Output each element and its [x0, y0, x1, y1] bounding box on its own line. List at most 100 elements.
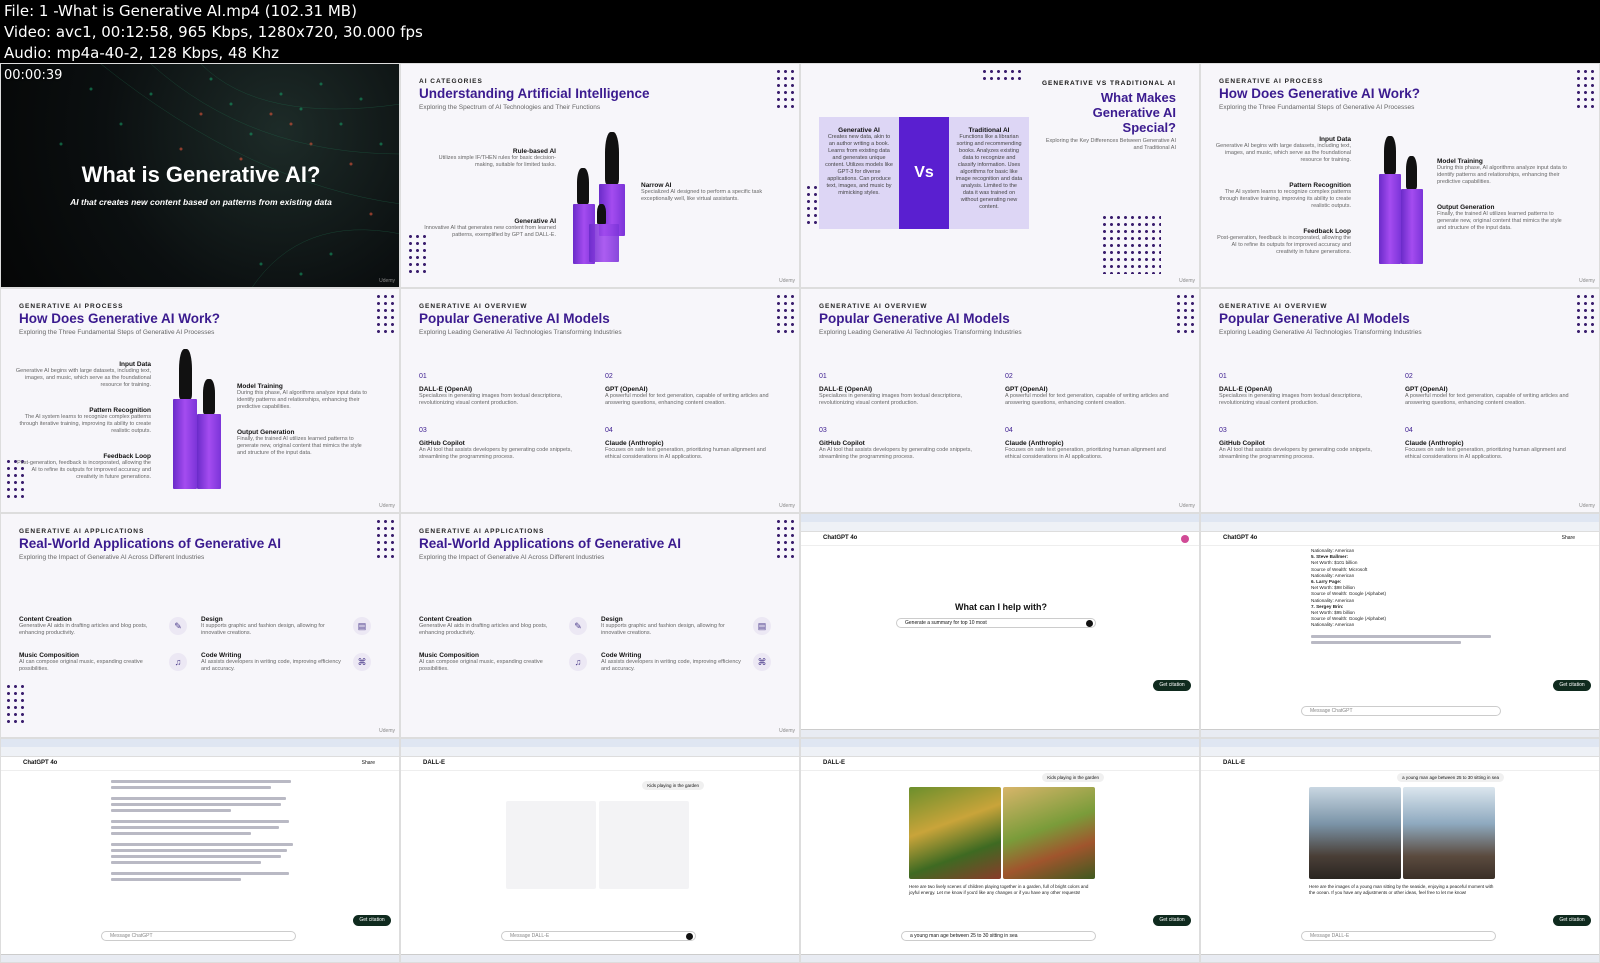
item-desc: AI assists developers in writing code, i… — [201, 659, 341, 672]
model-name: DALL-E — [1223, 760, 1245, 766]
thumb-dalle-garden[interactable]: DALL-E Kids playing in the garden Here a… — [800, 738, 1200, 963]
thumb-process[interactable]: GENERATIVE AI PROCESS How Does Generativ… — [1200, 63, 1600, 288]
item-number: 02 — [1005, 373, 1013, 380]
get-citation-button[interactable]: Get citation — [1153, 915, 1191, 926]
slide-subtitle: Exploring Leading Generative AI Technolo… — [819, 329, 1022, 336]
generated-image-seaside[interactable] — [1403, 787, 1495, 879]
generated-image-garden[interactable] — [909, 787, 1001, 879]
item-label: Claude (Anthropic) — [605, 440, 664, 447]
message-input[interactable]: Message ChatGPT — [1301, 706, 1501, 716]
thumb-chatgpt-home[interactable]: ChatGPT 4o What can I help with? Generat… — [800, 513, 1200, 738]
slide-title: What is Generative AI? — [81, 162, 321, 187]
item-label: Content Creation — [19, 616, 72, 623]
user-message: a young man age between 25 to 30 sitting… — [1397, 773, 1504, 782]
slide-title: Popular Generative AI Models — [1219, 311, 1410, 326]
message-input[interactable]: Message ChatGPT — [101, 931, 296, 941]
thumb-title-slide[interactable]: What is Generative AI? AI that creates n… — [0, 63, 400, 288]
pen-icon: ✎ — [169, 617, 187, 635]
document-icon: ▤ — [353, 617, 371, 635]
file-line: File: 1 -What is Generative AI.mp4 (102.… — [4, 2, 357, 20]
thumb-dalle-loading[interactable]: DALL-E Kids playing in the garden Messag… — [400, 738, 800, 963]
udemy-watermark: Udemy — [379, 728, 395, 734]
step-label: Model Training — [237, 383, 283, 390]
step-label: Pattern Recognition — [89, 407, 151, 414]
video-line: Video: avc1, 00:12:58, 965 Kbps, 1280x72… — [4, 23, 423, 41]
kicker: GENERATIVE AI APPLICATIONS — [419, 528, 545, 535]
step-label: Input Data — [1319, 136, 1351, 143]
item-label: GPT (OpenAI) — [605, 386, 648, 393]
udemy-watermark: Udemy — [1179, 278, 1195, 284]
item-desc: Specializes in generating images from te… — [419, 393, 563, 406]
browser-tabs — [1, 739, 399, 747]
chess-king-icon — [605, 132, 619, 184]
podium — [1379, 174, 1401, 264]
model-name: ChatGPT 4o — [23, 760, 58, 766]
headphones-icon: ♫ — [169, 653, 187, 671]
item-desc: Innovative AI that generates new content… — [424, 225, 556, 238]
get-citation-button[interactable]: Get citation — [1553, 915, 1591, 926]
get-citation-button[interactable]: Get citation — [353, 915, 391, 926]
thumb-chatgpt-summary[interactable]: ChatGPT 4o Share Message ChatGPT Get cit… — [0, 738, 400, 963]
kicker: GENERATIVE AI APPLICATIONS — [19, 528, 145, 535]
thumb-models[interactable]: GENERATIVE AI OVERVIEW Popular Generativ… — [800, 288, 1200, 513]
thumb-applications[interactable]: GENERATIVE AI APPLICATIONS Real-World Ap… — [0, 513, 400, 738]
share-button[interactable]: Share — [1562, 535, 1575, 541]
thumb-applications[interactable]: GENERATIVE AI APPLICATIONS Real-World Ap… — [400, 513, 800, 738]
message-input[interactable]: a young man age between 25 to 30 sitting… — [901, 931, 1096, 941]
gen-ai-text: Creates new data, akin to an author writ… — [825, 134, 893, 196]
item-label: Code Writing — [201, 652, 242, 659]
step-desc: The AI system learns to recognize comple… — [1219, 189, 1351, 209]
item-desc: An AI tool that assists developers by ge… — [419, 447, 572, 460]
item-desc: AI can compose original music, expanding… — [419, 659, 543, 672]
item-desc: A powerful model for text generation, ca… — [605, 393, 769, 406]
podium — [589, 224, 619, 262]
dot-pattern — [5, 683, 25, 723]
step-label: Model Training — [1437, 158, 1483, 165]
message-input[interactable]: Message DALL-E — [501, 931, 696, 941]
item-label: Generative AI — [514, 218, 556, 225]
item-label: Content Creation — [419, 616, 472, 623]
thumb-gen-vs-traditional[interactable]: Generative AI Creates new data, akin to … — [800, 63, 1200, 288]
chess-king-icon — [1384, 136, 1396, 174]
step-desc: During this phase, AI algorithms analyze… — [237, 390, 367, 410]
item-number: 04 — [1005, 427, 1013, 434]
headphones-icon: ♫ — [569, 653, 587, 671]
avatar — [1181, 535, 1189, 543]
thumb-models[interactable]: GENERATIVE AI OVERVIEW Popular Generativ… — [1200, 288, 1600, 513]
answer-list: Nationality: American 5. Steve Ballmer: … — [1311, 548, 1511, 647]
step-desc: Post-generation, feedback is incorporate… — [17, 460, 151, 480]
thumb-dalle-seaside[interactable]: DALL-E a young man age between 25 to 30 … — [1200, 738, 1600, 963]
stop-icon[interactable] — [686, 933, 693, 940]
dot-pattern — [775, 293, 795, 333]
thumb-models[interactable]: GENERATIVE AI OVERVIEW Popular Generativ… — [400, 288, 800, 513]
item-desc: A powerful model for text generation, ca… — [1005, 393, 1169, 406]
item-desc: Utilizes simple IF/THEN rules for basic … — [438, 155, 556, 168]
item-desc: It supports graphic and fashion design, … — [201, 623, 325, 636]
send-icon[interactable] — [1086, 620, 1093, 627]
thumb-process[interactable]: GENERATIVE AI PROCESS How Does Generativ… — [0, 288, 400, 513]
item-desc: A powerful model for text generation, ca… — [1405, 393, 1569, 406]
share-button[interactable]: Share — [362, 760, 375, 766]
thumb-ai-categories[interactable]: AI CATEGORIES Understanding Artificial I… — [400, 63, 800, 288]
item-label: Music Composition — [19, 652, 79, 659]
chat-header: ChatGPT 4o Share — [1201, 532, 1599, 546]
generated-image-garden[interactable] — [1003, 787, 1095, 879]
browser-tabs — [801, 739, 1199, 747]
model-name: DALL-E — [423, 760, 445, 766]
item-desc: Specializes in generating images from te… — [819, 393, 963, 406]
item-label: Rule-based AI — [512, 148, 556, 155]
browser-tabs — [1201, 514, 1599, 522]
generated-image-seaside[interactable] — [1309, 787, 1401, 879]
item-number: 02 — [605, 373, 613, 380]
prompt-input[interactable]: Generate a summary for top 10 most — [896, 618, 1096, 628]
item-label: Narrow AI — [641, 182, 672, 189]
chess-king-icon — [179, 349, 192, 399]
step-label: Output Generation — [1437, 204, 1495, 211]
item-label: Design — [201, 616, 223, 623]
item-label: DALL-E (OpenAI) — [819, 386, 873, 393]
get-citation-button[interactable]: Get citation — [1153, 680, 1191, 691]
item-label: GPT (OpenAI) — [1405, 386, 1448, 393]
message-input[interactable]: Message DALL-E — [1301, 931, 1496, 941]
thumb-chatgpt-answer[interactable]: ChatGPT 4o Share Nationality: American 5… — [1200, 513, 1600, 738]
get-citation-button[interactable]: Get citation — [1553, 680, 1591, 691]
